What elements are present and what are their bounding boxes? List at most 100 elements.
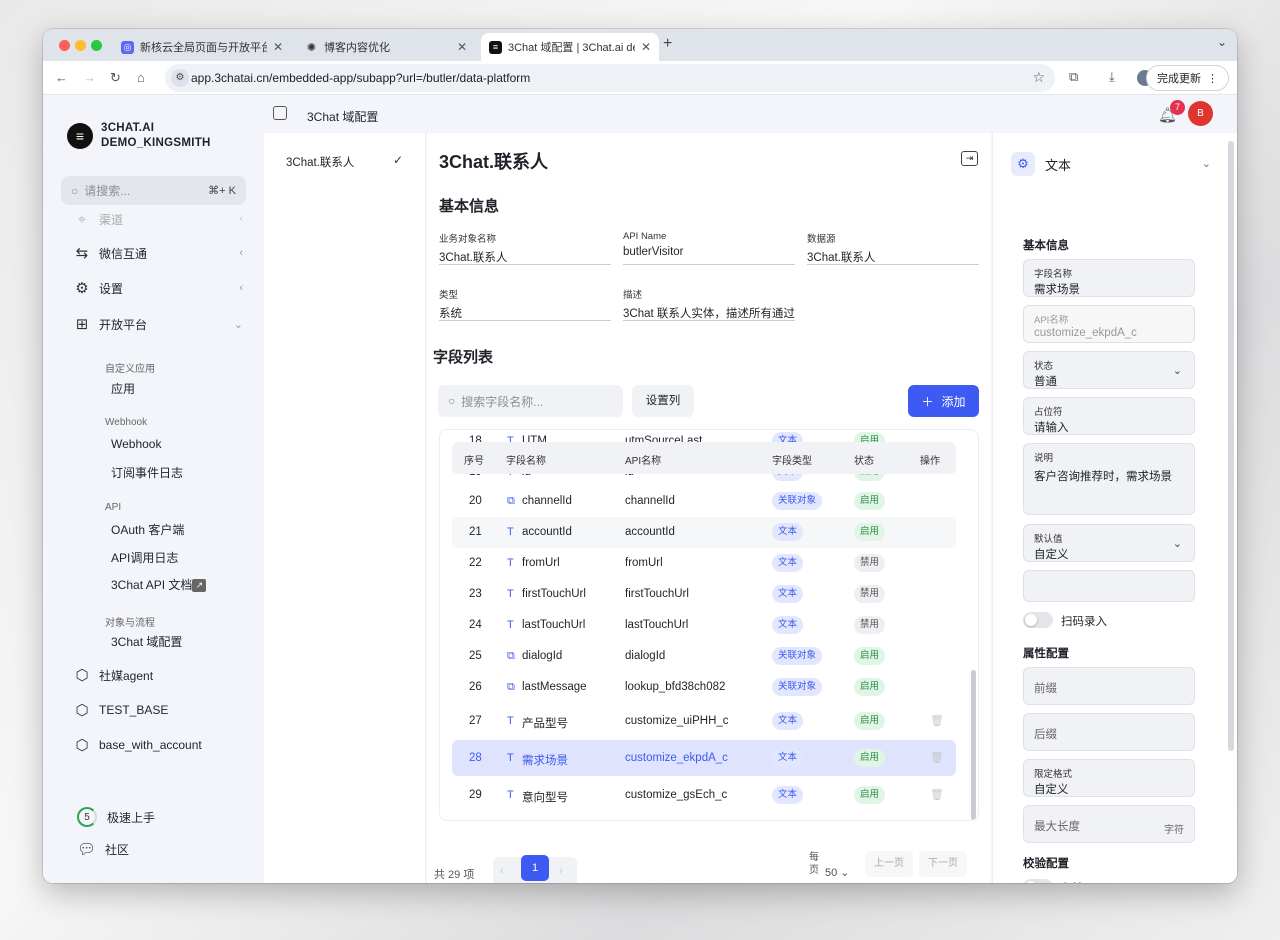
cell-no: 20 [469,495,482,507]
sidebar-item-label: 渠道 [99,212,124,227]
placeholder-input[interactable]: 占位符 请输入 [1023,397,1195,435]
progress-ring: 5 [77,807,97,827]
sidebar-item-label: base_with_account [99,738,202,752]
table-row[interactable]: 29 T 意向型号 customize_gsEch_c 文本 启用 🗑︎ [452,777,956,813]
field-search-input[interactable]: ○ 搜索字段名称... [438,385,623,417]
site-info-icon[interactable]: ⚙ [171,69,189,87]
prev-page-icon[interactable]: ‹ [500,865,504,877]
user-avatar[interactable]: B [1188,101,1213,126]
status-select[interactable]: 状态 普通 ⌄ [1023,351,1195,389]
table-row[interactable]: 22 TfromUrl fromUrl 文本 禁用 [452,548,956,579]
update-button[interactable]: 完成更新 ⋮ [1146,65,1229,91]
chevron-down-icon[interactable]: ⌄ [1202,157,1211,170]
sidebar-sub-api-docs[interactable]: 3Chat API 文档 ↗ [111,576,207,593]
sidebar-sub-apps[interactable]: 应用 [111,380,135,397]
sidebar-sub-api-log[interactable]: API调用日志 [111,549,178,566]
field-name-input[interactable]: 字段名称 需求场景 [1023,259,1195,297]
table-row[interactable]: 21 TaccountId accountId 文本 启用 [452,517,956,548]
tab-search-chevron-icon[interactable]: ⌄ [1217,35,1227,49]
page-1-button[interactable]: 1 [521,855,549,881]
table-row[interactable]: 24 TlastTouchUrl lastTouchUrl 文本 禁用 [452,610,956,641]
minimize-window-button[interactable] [75,40,86,51]
browser-tab-1[interactable]: ◎ 新核云全局页面与开放平台 - ✕ [113,33,291,61]
back-icon[interactable]: ← [55,70,68,85]
forward-icon[interactable]: → [83,70,96,85]
sidebar-item-social-agent[interactable]: ⬡ 社媒agent [73,663,243,687]
table-row[interactable]: 23 TfirstTouchUrl firstTouchUrl 文本 禁用 [452,579,956,610]
input-label: 占位符 [1034,407,1063,418]
3chat-logo-icon: ≡ [67,123,93,149]
field-table: 18 T UTM utmSourceLast 文本 启用 19 T id id … [439,429,979,821]
sidebar-search-input[interactable]: ○ 请搜索... ⌘+ K [61,176,246,205]
next-page-icon[interactable]: › [559,865,563,877]
prev-page-button[interactable]: 上一页 [865,851,913,877]
quickstart-button[interactable]: 5 极速上手 [77,805,247,829]
sidebar-item-test-base[interactable]: ⬡ TEST_BASE [73,698,243,722]
community-button[interactable]: 💬︎ 社区 [77,837,247,861]
next-page-button[interactable]: 下一页 [919,851,967,877]
table-scrollbar[interactable] [971,670,976,820]
sidebar-item-base-with-account[interactable]: ⬡ base_with_account [73,733,243,757]
close-tab-icon[interactable]: ✕ [273,40,283,54]
default-value-select[interactable]: 默认值 自定义 ⌄ [1023,524,1195,562]
trash-icon[interactable]: 🗑︎ [930,751,944,764]
max-length-input[interactable]: 最大长度 字符 [1023,805,1195,843]
required-toggle[interactable] [1023,879,1053,883]
browser-tab-2[interactable]: ✺ 博客内容优化 ✕ [297,33,475,61]
field-type-selector[interactable]: ⚙ 文本 [1011,152,1071,176]
community-label: 社区 [105,842,130,857]
trash-icon[interactable]: 🗑︎ [930,788,944,801]
close-window-button[interactable] [59,40,70,51]
sidebar-sub-event-log[interactable]: 订阅事件日志 [111,464,183,481]
extensions-icon[interactable]: ⧉ [1069,69,1078,85]
add-field-button[interactable]: ＋ 添加 [908,385,979,417]
sidebar-item-channels[interactable]: ⌖ 渠道 ‹ [73,207,243,231]
object-title: 3Chat.联系人 [439,152,549,172]
home-icon[interactable]: ⌂ [137,70,145,85]
type-tag: 文本 [772,786,804,804]
maximize-window-button[interactable] [91,40,102,51]
prefix-input[interactable]: 前缀 [1023,667,1195,705]
default-value-input[interactable] [1023,570,1195,602]
table-row[interactable]: 27 T 产品型号 customize_uiPHH_c 文本 启用 🗑︎ [452,703,956,739]
sidebar-item-label: 微信互通 [99,246,148,261]
download-icon[interactable]: ⤓ [1109,69,1115,85]
panel-scrollbar[interactable] [1228,141,1234,751]
reload-icon[interactable]: ↻ [110,70,121,86]
link-type-icon: ⧉ [507,681,515,693]
set-columns-button[interactable]: 设置列 [632,385,694,417]
close-tab-icon[interactable]: ✕ [641,40,651,54]
sidebar-item-open-platform[interactable]: ⊞ 开放平台 ⌄ [73,312,243,336]
format-select[interactable]: 限定格式 自定义 [1023,759,1195,797]
cell-no: 25 [469,650,482,662]
attr-section-title: 属性配置 [1023,648,1069,660]
scan-entry-toggle[interactable] [1023,612,1053,628]
sidebar-item-wechat[interactable]: ⇆ 微信互通 ‹ [73,241,243,265]
tab-title: 3Chat 域配置 | 3Chat.ai demo [508,42,635,54]
collapse-sidebar-icon[interactable] [273,106,287,120]
table-row[interactable]: 26 ⧉ lastMessage lookup_bfd38ch082 关联对象 启用 [452,672,956,703]
sidebar-sub-webhook[interactable]: Webhook [111,437,161,451]
nav-group-title: 自定义应用 [105,364,155,375]
close-tab-icon[interactable]: ✕ [457,40,467,54]
trash-icon[interactable]: 🗑︎ [930,714,944,727]
new-tab-icon[interactable]: + [663,35,672,53]
per-page-select[interactable]: 50 ⌄ [825,866,850,879]
description-textarea[interactable]: 说明 客户咨询推荐时，需求场景 [1023,443,1195,515]
expand-panel-icon[interactable]: ⇥ [961,151,978,166]
suffix-input[interactable]: 后缀 [1023,713,1195,751]
table-row[interactable]: 28 T 需求场景 customize_ekpdA_c 文本 启用 🗑︎ [452,740,956,776]
sidebar-sub-domain-config[interactable]: 3Chat 域配置 [111,633,182,650]
table-row[interactable]: 20 ⧉ channelId channelId 关联对象 启用 [452,486,956,517]
sidebar-sub-oauth[interactable]: OAuth 客户端 [111,521,184,538]
table-row[interactable]: 25 ⧉ dialogId dialogId 关联对象 启用 [452,641,956,672]
browser-window: ◎ 新核云全局页面与开放平台 - ✕ ✺ 博客内容优化 ✕ ≡ 3Chat 域配… [43,29,1237,883]
cell-api: dialogId [625,650,666,662]
description-field[interactable]: 描述 3Chat 联系人实体，描述所有通过渠道 [623,283,795,321]
object-item[interactable]: 3Chat.联系人 [286,154,354,170]
browser-tab-3[interactable]: ≡ 3Chat 域配置 | 3Chat.ai demo ✕ [481,33,659,61]
address-bar[interactable]: ⚙ app.3chatai.cn/embedded-app/subapp?url… [165,64,1055,92]
bookmark-star-icon[interactable]: ☆ [1032,69,1045,86]
sidebar-item-settings[interactable]: ⚙ 设置 ‹ [73,276,243,300]
input-label: 限定格式 [1034,769,1073,780]
